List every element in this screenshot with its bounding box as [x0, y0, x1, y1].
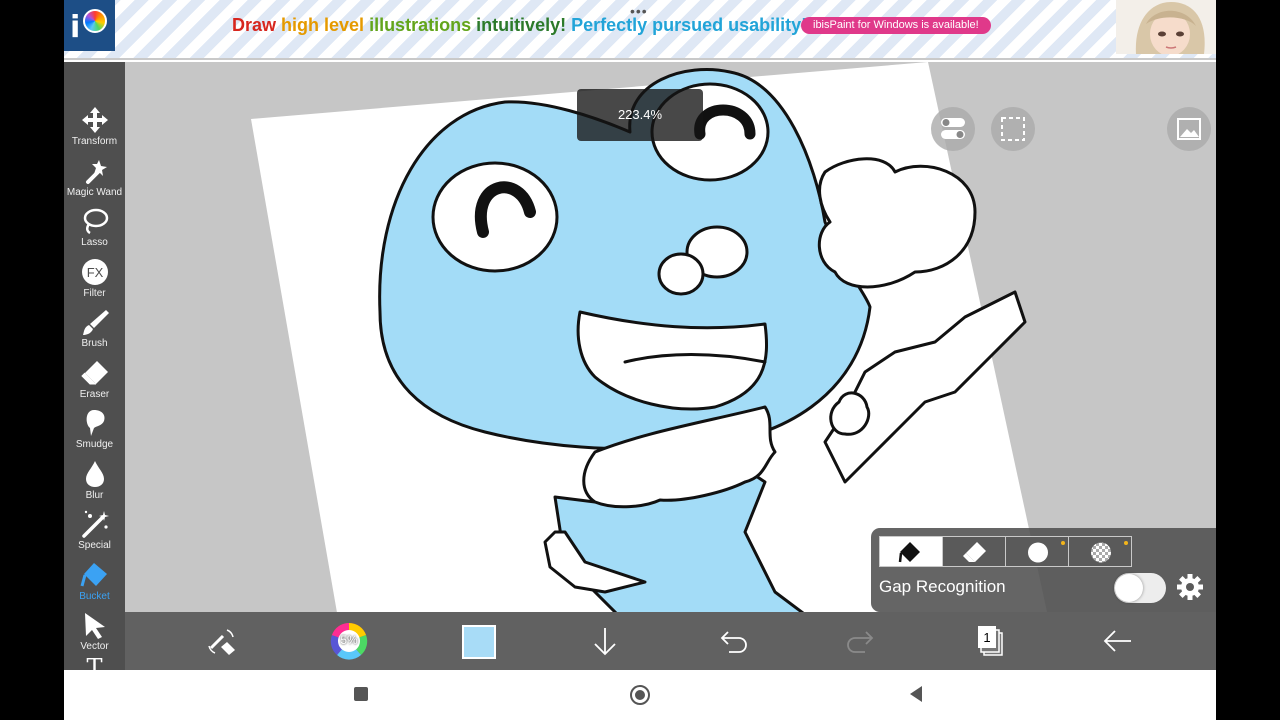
tool-label: Special [78, 540, 111, 551]
recents-square-icon[interactable] [353, 686, 369, 702]
eraser-icon [80, 361, 108, 385]
back-button[interactable] [1093, 622, 1141, 660]
ad-character-image [1116, 0, 1216, 54]
tool-text[interactable]: T [64, 654, 125, 670]
svg-text:FX: FX [86, 265, 103, 280]
tool-vector[interactable]: Vector [64, 607, 125, 657]
eraser-mode-button[interactable] [942, 536, 1006, 567]
brush-opacity-label: 5% [340, 633, 358, 647]
tool-label: Lasso [81, 237, 108, 248]
toggle-switch-icon [941, 118, 965, 139]
ad-text-part: illustrations [369, 15, 477, 35]
selection-frame-icon [1001, 117, 1025, 141]
blur-drop-icon [85, 461, 104, 487]
undo-icon [720, 631, 747, 653]
tool-label: Blur [85, 490, 104, 501]
zoom-indicator: 223.4% [577, 89, 703, 141]
system-nav-bar [64, 670, 1216, 720]
special-icon [81, 510, 109, 538]
tool-blur[interactable]: Blur [64, 456, 125, 506]
arrow-left-icon [1103, 630, 1131, 652]
lasso-icon [83, 208, 108, 235]
gap-recognition-label: Gap Recognition [879, 577, 1006, 596]
bucket-icon [80, 563, 107, 587]
tool-label: Transform [71, 136, 118, 147]
text-icon: T [86, 654, 103, 670]
eraser-mode-icon [963, 542, 986, 562]
ad-text-part: Draw [232, 15, 282, 35]
fx-icon: FX [81, 259, 108, 285]
brush-icon [82, 310, 109, 335]
layer-down-button[interactable] [581, 622, 629, 660]
tool-label: Brush [81, 338, 108, 349]
layers-button[interactable]: 1 [965, 622, 1013, 660]
swap-brush-eraser-icon [208, 629, 235, 655]
ad-pill-badge[interactable]: ibisPaint for Windows is available! [801, 17, 991, 34]
color-wheel-button[interactable]: 5% [325, 622, 373, 660]
bucket-options-panel: Gap Recognition [871, 528, 1216, 612]
tool-special[interactable]: Special [64, 506, 125, 556]
tool-label: Magic Wand [66, 187, 123, 198]
tool-label: Smudge [75, 439, 114, 450]
selection-button[interactable] [991, 107, 1035, 151]
move-icon [81, 107, 108, 133]
ad-text-part: intuitively! [476, 15, 572, 35]
layer-count: 1 [983, 630, 991, 645]
tool-label: Bucket [79, 591, 110, 602]
tool-label: Vector [80, 641, 109, 652]
home-circle-icon[interactable] [629, 684, 651, 706]
app-screen: i ••• Draw high level illustrations intu… [64, 0, 1216, 720]
workspace: Transform Magic Wand Lasso FX Filter Bru… [64, 62, 1216, 670]
ad-headline: Draw high level illustrations intuitivel… [232, 15, 807, 36]
tool-bucket[interactable]: Bucket [64, 557, 125, 607]
ad-text-part: high level [281, 15, 370, 35]
ad-banner[interactable]: i ••• Draw high level illustrations intu… [64, 0, 1216, 60]
tool-smudge[interactable]: Smudge [64, 405, 125, 455]
gap-recognition-toggle[interactable] [1114, 573, 1166, 603]
swap-tool-button[interactable] [197, 622, 245, 660]
reference-image-button[interactable] [1167, 107, 1211, 151]
vector-cursor-icon [84, 613, 105, 639]
tool-magic-wand[interactable]: Magic Wand [64, 153, 125, 203]
tool-eraser[interactable]: Eraser [64, 355, 125, 405]
tool-label: Eraser [79, 389, 110, 400]
ad-text-part: Perfectly pursued usability! [571, 15, 808, 35]
redo-button[interactable] [837, 622, 885, 660]
tool-filter[interactable]: FX Filter [64, 254, 125, 304]
smudge-icon [86, 410, 105, 436]
bottom-toolbar: 5% 1 [125, 612, 1216, 670]
circle-mode-button[interactable] [1005, 536, 1069, 567]
tool-brush[interactable]: Brush [64, 304, 125, 354]
redo-icon [847, 631, 874, 653]
tool-lasso[interactable]: Lasso [64, 203, 125, 253]
gear-icon[interactable] [1175, 572, 1205, 602]
tool-sidebar: Transform Magic Wand Lasso FX Filter Bru… [64, 62, 125, 670]
magic-wand-icon [85, 160, 107, 184]
image-icon [1177, 118, 1201, 140]
tool-transform[interactable]: Transform [64, 102, 125, 152]
toggle-ui-button[interactable] [931, 107, 975, 151]
fill-mode-button[interactable] [879, 536, 943, 567]
transparent-mode-button[interactable] [1068, 536, 1132, 567]
back-triangle-icon[interactable] [908, 685, 924, 703]
undo-button[interactable] [709, 622, 757, 660]
tool-label: Filter [83, 288, 106, 299]
fill-mode-icon [898, 542, 920, 563]
current-color-swatch[interactable] [455, 622, 503, 660]
arrow-down-icon [594, 628, 616, 656]
ibispaint-logo: i [64, 0, 115, 51]
